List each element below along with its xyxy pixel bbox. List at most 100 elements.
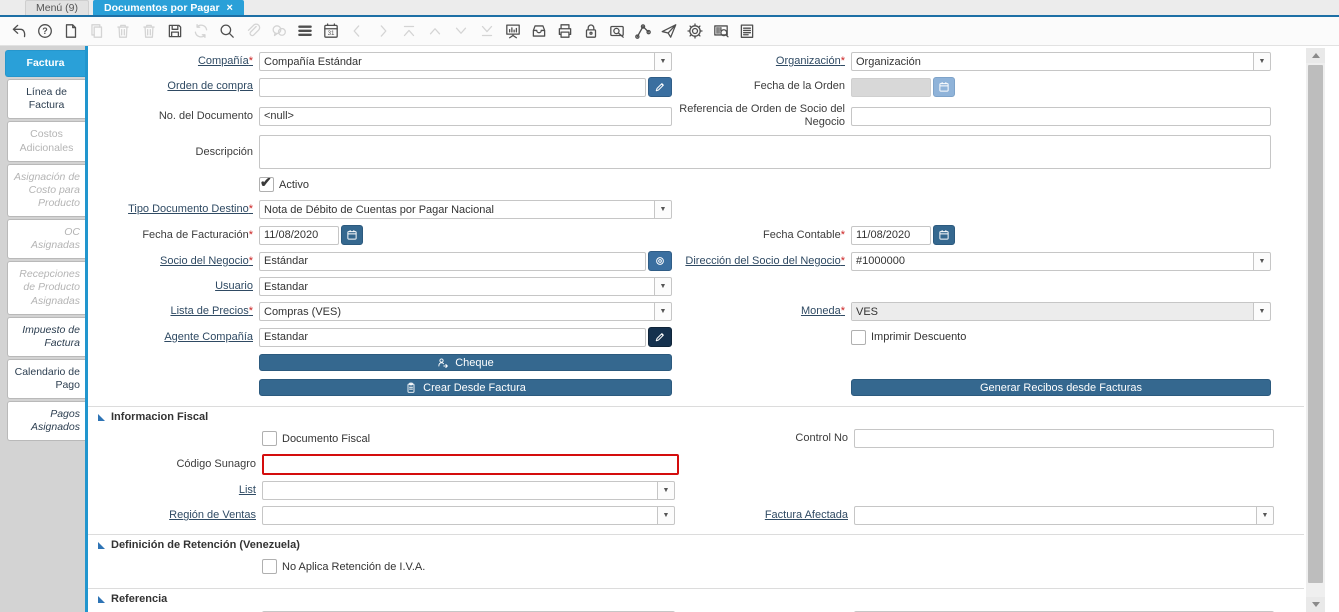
- workflow-icon[interactable]: [634, 22, 652, 40]
- list-label[interactable]: List: [98, 484, 258, 497]
- sidebar-tab-impuesto-de-factura[interactable]: Impuesto de Factura: [7, 317, 85, 357]
- documento-fiscal-checkbox[interactable]: ✔: [262, 431, 277, 446]
- organizacion-input[interactable]: [852, 53, 1253, 70]
- orden-compra-edit-button[interactable]: [648, 77, 672, 97]
- chevron-down-icon[interactable]: ▼: [654, 303, 671, 320]
- tab-documentos-por-pagar[interactable]: Documentos por Pagar ×: [93, 0, 244, 15]
- agente-edit-button[interactable]: [648, 327, 672, 347]
- fecha-facturacion-calendar-button[interactable]: [341, 225, 363, 245]
- descripcion-textarea[interactable]: [259, 135, 1271, 169]
- lista-precios-label[interactable]: Lista de Precios*: [95, 305, 255, 318]
- scroll-down-button[interactable]: [1306, 597, 1325, 612]
- list-combobox[interactable]: ▼: [262, 481, 675, 500]
- factura-afectada-input[interactable]: [855, 507, 1256, 524]
- chevron-down-icon[interactable]: ▼: [657, 507, 674, 524]
- save-icon[interactable]: [166, 22, 184, 40]
- vertical-scrollbar[interactable]: [1306, 48, 1325, 612]
- socio-record-button[interactable]: [648, 251, 672, 271]
- organizacion-label[interactable]: Organización*: [676, 55, 847, 68]
- region-ventas-input[interactable]: [263, 507, 657, 524]
- fecha-facturacion-datefield: [259, 225, 365, 245]
- chevron-down-icon[interactable]: ▼: [1256, 507, 1273, 524]
- lista-precios-combobox[interactable]: ▼: [259, 302, 672, 321]
- lista-precios-input[interactable]: [260, 303, 654, 320]
- compania-combobox[interactable]: ▼: [259, 52, 672, 71]
- tipo-doc-combobox[interactable]: ▼: [259, 200, 672, 219]
- new-record-icon[interactable]: [62, 22, 80, 40]
- socio-label[interactable]: Socio del Negocio*: [95, 255, 255, 268]
- fecha-orden-calendar-button: [933, 77, 955, 97]
- factura-afectada-label[interactable]: Factura Afectada: [679, 509, 850, 522]
- tab-menu[interactable]: Menú (9): [25, 0, 89, 15]
- compania-input[interactable]: [260, 53, 654, 70]
- informacion-fiscal-header[interactable]: Informacion Fiscal: [98, 411, 1304, 423]
- codigo-sunagro-input[interactable]: [264, 456, 677, 473]
- region-ventas-label[interactable]: Región de Ventas: [98, 509, 258, 522]
- orden-compra-input[interactable]: [259, 78, 646, 97]
- factura-afectada-combobox[interactable]: ▼: [854, 506, 1274, 525]
- control-no-input[interactable]: [854, 429, 1274, 448]
- chevron-down-icon[interactable]: ▼: [654, 53, 671, 70]
- print-icon[interactable]: [556, 22, 574, 40]
- generar-recibos-button[interactable]: Generar Recibos desde Facturas: [851, 379, 1271, 396]
- region-ventas-combobox[interactable]: ▼: [262, 506, 675, 525]
- chevron-down-icon[interactable]: ▼: [654, 278, 671, 295]
- compania-label[interactable]: Compañía*: [95, 55, 255, 68]
- cheque-button[interactable]: Cheque: [259, 354, 672, 371]
- chevron-down-icon[interactable]: ▼: [1253, 253, 1270, 270]
- orden-compra-label[interactable]: Orden de compra: [95, 80, 255, 93]
- tipo-doc-label[interactable]: Tipo Documento Destino*: [95, 203, 255, 216]
- help-icon[interactable]: ?: [36, 22, 54, 40]
- find-icon[interactable]: [218, 22, 236, 40]
- scrollbar-thumb[interactable]: [1308, 65, 1323, 583]
- organizacion-combobox[interactable]: ▼: [851, 52, 1271, 71]
- direccion-socio-label[interactable]: Dirección del Socio del Negocio*: [676, 255, 847, 268]
- lock-icon[interactable]: [582, 22, 600, 40]
- retencion-header[interactable]: Definición de Retención (Venezuela): [98, 539, 1304, 551]
- sidebar-tab-calendario-de-pago[interactable]: Calendario de Pago: [7, 359, 85, 399]
- referencia-orden-input[interactable]: [851, 107, 1271, 126]
- close-tab-icon[interactable]: ×: [227, 3, 233, 14]
- zoom-across-icon[interactable]: [608, 22, 626, 40]
- grid-toggle-icon[interactable]: [296, 22, 314, 40]
- calendar-icon[interactable]: 31: [322, 22, 340, 40]
- sidebar-tab-linea-de-factura[interactable]: Línea de Factura: [7, 79, 85, 119]
- archive-icon[interactable]: [530, 22, 548, 40]
- direccion-socio-combobox[interactable]: ▼: [851, 252, 1271, 271]
- chevron-down-icon[interactable]: ▼: [1253, 53, 1270, 70]
- chevron-down-icon[interactable]: ▼: [657, 482, 674, 499]
- sidebar-tab-factura[interactable]: Factura: [5, 50, 85, 77]
- moneda-combobox[interactable]: ▼: [851, 302, 1271, 321]
- usuario-input[interactable]: [260, 278, 654, 295]
- no-aplica-iva-checkbox[interactable]: ✔: [262, 559, 277, 574]
- product-info-icon[interactable]: [712, 22, 730, 40]
- usuario-combobox[interactable]: ▼: [259, 277, 672, 296]
- agente-input[interactable]: [259, 328, 646, 347]
- activo-checkbox[interactable]: ✔: [259, 177, 274, 192]
- sidebar-tab-pagos-asignados[interactable]: Pagos Asignados: [7, 401, 85, 441]
- socio-input[interactable]: [259, 252, 646, 271]
- fecha-facturacion-input[interactable]: [259, 226, 339, 245]
- direccion-socio-input[interactable]: [852, 253, 1253, 270]
- active-workflows-icon[interactable]: [660, 22, 678, 40]
- imprimir-descuento-checkbox[interactable]: ✔: [851, 330, 866, 345]
- moneda-input[interactable]: [852, 303, 1253, 320]
- fecha-contable-input[interactable]: [851, 226, 931, 245]
- report-icon[interactable]: [504, 22, 522, 40]
- chevron-down-icon[interactable]: ▼: [1253, 303, 1270, 320]
- referencia-header[interactable]: Referencia: [98, 593, 1304, 605]
- chevron-down-icon[interactable]: ▼: [654, 201, 671, 218]
- tipo-doc-input[interactable]: [260, 201, 654, 218]
- crear-desde-factura-button[interactable]: Crear Desde Factura: [259, 379, 672, 396]
- fecha-contable-calendar-button[interactable]: [933, 225, 955, 245]
- undo-icon[interactable]: [10, 22, 28, 40]
- socio-lookup: [259, 251, 672, 271]
- moneda-label[interactable]: Moneda*: [676, 305, 847, 318]
- scroll-up-button[interactable]: [1306, 48, 1325, 63]
- no-documento-input[interactable]: [259, 107, 672, 126]
- preference-icon[interactable]: [686, 22, 704, 40]
- agente-label[interactable]: Agente Compañía: [95, 331, 255, 344]
- memo-icon[interactable]: [738, 22, 756, 40]
- usuario-label[interactable]: Usuario: [95, 280, 255, 293]
- list-input[interactable]: [263, 482, 657, 499]
